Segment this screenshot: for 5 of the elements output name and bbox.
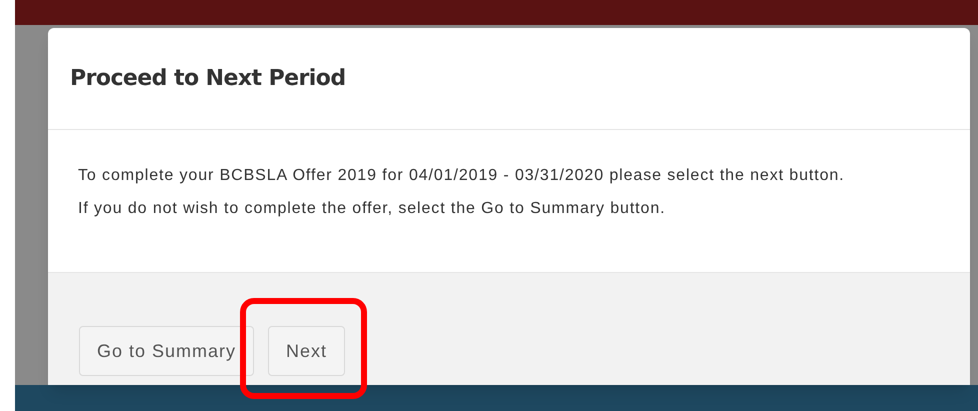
- dialog-message: To complete your BCBSLA Offer 2019 for 04/01/2019 - 03/31/2020 please select the next button.: [78, 166, 846, 186]
- dialog-button[interactable]: Next: [268, 326, 346, 376]
- dialog-message: If you do not wish to complete the offer, select the Go to Summary button.: [78, 199, 666, 219]
- dialog-title: Proceed to Next Period: [70, 65, 346, 93]
- dialog-button[interactable]: Go to Summary: [79, 326, 254, 376]
